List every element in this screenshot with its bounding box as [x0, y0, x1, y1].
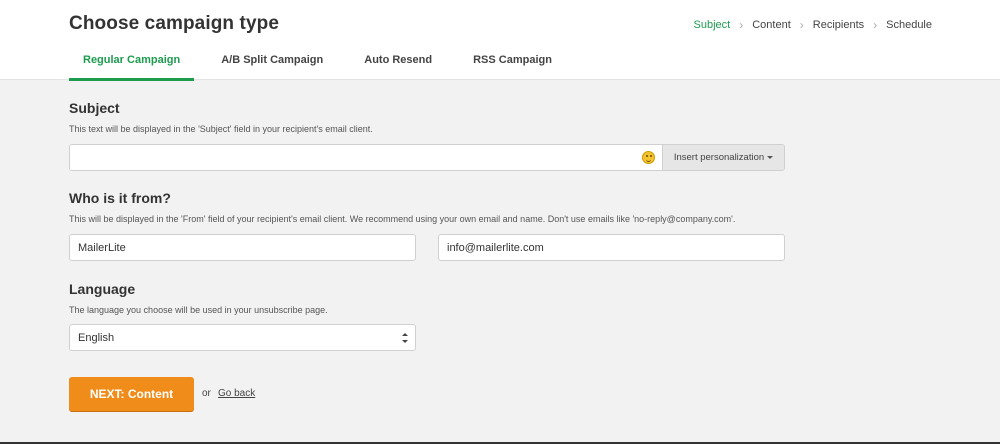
subject-help-text: This text will be displayed in the 'Subj…: [69, 124, 373, 134]
go-back-link[interactable]: Go back: [218, 388, 255, 399]
top-bar: Choose campaign type Subject › Content ›…: [0, 0, 1000, 81]
step-recipients[interactable]: Recipients: [813, 19, 864, 31]
chevron-right-icon: ›: [799, 18, 804, 32]
from-help-text: This will be displayed in the 'From' fie…: [69, 214, 736, 224]
select-arrows-icon: [402, 333, 408, 343]
language-select[interactable]: English: [69, 324, 416, 351]
step-breadcrumb: Subject › Content › Recipients › Schedul…: [694, 18, 932, 32]
tab-regular-campaign[interactable]: Regular Campaign: [69, 44, 195, 81]
next-content-button[interactable]: NEXT: Content: [69, 377, 194, 411]
step-content[interactable]: Content: [752, 19, 791, 31]
from-heading: Who is it from?: [69, 190, 171, 206]
from-name-input[interactable]: [69, 234, 416, 261]
page-title: Choose campaign type: [69, 13, 279, 34]
insert-personalization-button[interactable]: Insert personalization: [662, 145, 784, 170]
smiley-icon[interactable]: [642, 151, 655, 164]
caret-down-icon: [767, 156, 774, 159]
language-help-text: The language you choose will be used in …: [69, 305, 328, 315]
chevron-right-icon: ›: [873, 18, 878, 32]
language-heading: Language: [69, 281, 136, 297]
tab-rss-campaign[interactable]: RSS Campaign: [459, 44, 566, 80]
subject-field-group: Insert personalization: [69, 144, 785, 171]
step-subject[interactable]: Subject: [694, 19, 731, 31]
from-email-input[interactable]: [438, 234, 785, 261]
or-text: or: [202, 388, 211, 399]
subject-input[interactable]: [70, 145, 662, 170]
subject-heading: Subject: [69, 100, 120, 116]
tab-auto-resend[interactable]: Auto Resend: [350, 44, 446, 80]
tab-ab-split-campaign[interactable]: A/B Split Campaign: [207, 44, 337, 80]
language-selected-value: English: [78, 331, 115, 344]
insert-personalization-label: Insert personalization: [673, 152, 765, 163]
campaign-type-tabs: Regular Campaign A/B Split Campaign Auto…: [69, 44, 579, 81]
step-schedule[interactable]: Schedule: [886, 19, 932, 31]
chevron-right-icon: ›: [739, 18, 744, 32]
